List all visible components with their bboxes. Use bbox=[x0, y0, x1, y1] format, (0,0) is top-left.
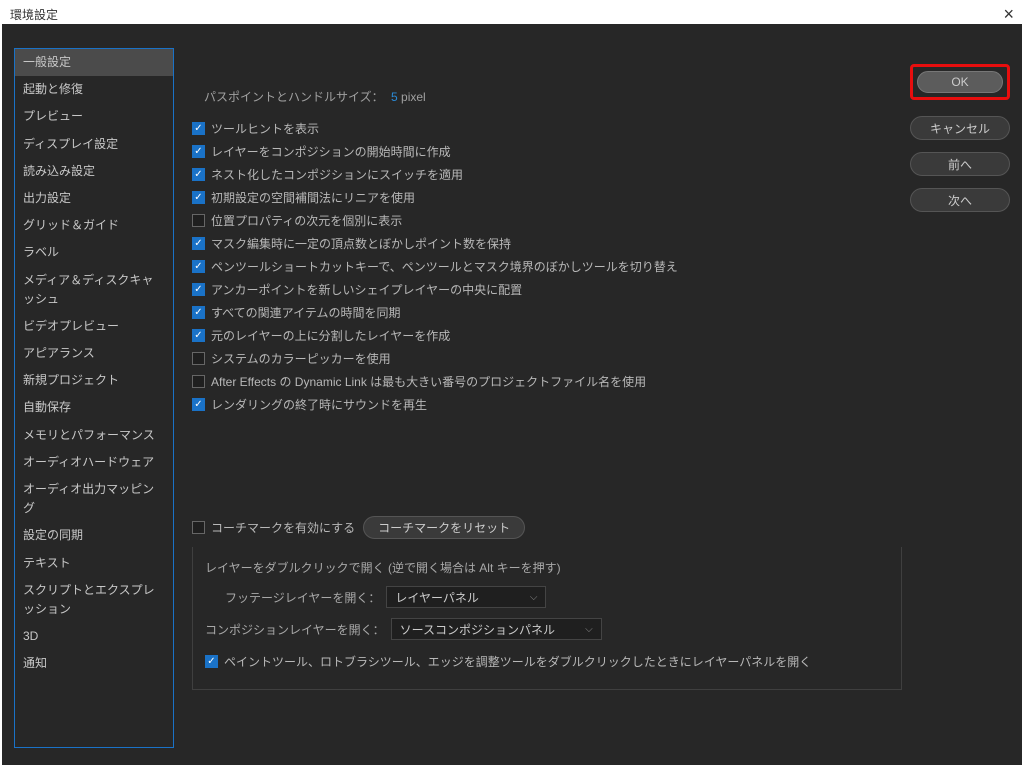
paint-doubleclick-label: ペイントツール、ロトブラシツール、エッジを調整ツールをダブルクリックしたときにレ… bbox=[224, 653, 811, 670]
checkbox-label: アンカーポイントを新しいシェイプレイヤーの中央に配置 bbox=[211, 281, 522, 298]
checkbox-label: ペンツールショートカットキーで、ペンツールとマスク境界のぼかしツールを切り替え bbox=[211, 258, 678, 275]
checkbox[interactable] bbox=[192, 191, 205, 204]
path-point-size-value[interactable]: 5 bbox=[391, 90, 398, 104]
check-row: ネスト化したコンポジションにスイッチを適用 bbox=[192, 163, 902, 186]
dialog-panel: 一般設定起動と修復プレビューディスプレイ設定読み込み設定出力設定グリッド＆ガイド… bbox=[2, 24, 1022, 765]
checkbox-label: 位置プロパティの次元を個別に表示 bbox=[211, 212, 402, 229]
check-row: アンカーポイントを新しいシェイプレイヤーの中央に配置 bbox=[192, 278, 902, 301]
comp-open-dropdown[interactable]: ソースコンポジションパネル ⌵ bbox=[391, 618, 602, 640]
checkbox[interactable] bbox=[192, 398, 205, 411]
sidebar-item[interactable]: 自動保存 bbox=[15, 394, 173, 421]
dialog-buttons: OK キャンセル 前へ 次へ bbox=[910, 64, 1010, 212]
sidebar-item[interactable]: 読み込み設定 bbox=[15, 158, 173, 185]
path-point-size-label: パスポイントとハンドルサイズ： bbox=[204, 90, 384, 104]
check-row: 位置プロパティの次元を個別に表示 bbox=[192, 209, 902, 232]
sidebar-item[interactable]: 新規プロジェクト bbox=[15, 367, 173, 394]
sidebar-item[interactable]: 設定の同期 bbox=[15, 522, 173, 549]
coach-marks-checkbox[interactable] bbox=[192, 521, 205, 534]
checkbox-label: すべての関連アイテムの時間を同期 bbox=[211, 304, 400, 321]
paint-doubleclick-checkbox[interactable] bbox=[205, 655, 218, 668]
checkbox-label: 元のレイヤーの上に分割したレイヤーを作成 bbox=[211, 327, 450, 344]
checkbox[interactable] bbox=[192, 306, 205, 319]
chevron-down-icon: ⌵ bbox=[585, 624, 593, 635]
window-title: 環境設定 bbox=[10, 6, 58, 23]
close-icon[interactable]: × bbox=[1003, 4, 1014, 25]
checkbox-label: レンダリングの終了時にサウンドを再生 bbox=[211, 396, 427, 413]
sidebar-item[interactable]: 3D bbox=[15, 623, 173, 650]
doubleclick-group: レイヤーをダブルクリックで開く (逆で開く場合は Alt キーを押す) フッテー… bbox=[192, 547, 902, 690]
comp-open-label: コンポジションレイヤーを開く： bbox=[205, 621, 385, 638]
reset-coach-marks-button[interactable]: コーチマークをリセット bbox=[363, 516, 525, 539]
sidebar-item[interactable]: ビデオプレビュー bbox=[15, 313, 173, 340]
checkbox[interactable] bbox=[192, 168, 205, 181]
check-row: ペンツールショートカットキーで、ペンツールとマスク境界のぼかしツールを切り替え bbox=[192, 255, 902, 278]
coach-marks-label: コーチマークを有効にする bbox=[211, 519, 355, 536]
sidebar-item[interactable]: ディスプレイ設定 bbox=[15, 131, 173, 158]
prev-button[interactable]: 前へ bbox=[910, 152, 1010, 176]
sidebar-item[interactable]: アピアランス bbox=[15, 340, 173, 367]
ok-button[interactable]: OK bbox=[917, 71, 1003, 93]
sidebar-item[interactable]: 出力設定 bbox=[15, 185, 173, 212]
sidebar-item[interactable]: 起動と修復 bbox=[15, 76, 173, 103]
check-row: レンダリングの終了時にサウンドを再生 bbox=[192, 393, 902, 416]
comp-open-value: ソースコンポジションパネル bbox=[400, 621, 555, 638]
checkbox-label: 初期設定の空間補間法にリニアを使用 bbox=[211, 189, 415, 206]
checkbox[interactable] bbox=[192, 145, 205, 158]
check-row: 初期設定の空間補間法にリニアを使用 bbox=[192, 186, 902, 209]
checkbox-label: After Effects の Dynamic Link は最も大きい番号のプロ… bbox=[211, 373, 646, 390]
checkbox[interactable] bbox=[192, 375, 205, 388]
sidebar-item[interactable]: プレビュー bbox=[15, 103, 173, 130]
checkbox[interactable] bbox=[192, 352, 205, 365]
doubleclick-title: レイヤーをダブルクリックで開く (逆で開く場合は Alt キーを押す) bbox=[205, 559, 889, 576]
checkbox-label: ネスト化したコンポジションにスイッチを適用 bbox=[211, 166, 463, 183]
cancel-button[interactable]: キャンセル bbox=[910, 116, 1010, 140]
checkbox-label: システムのカラーピッカーを使用 bbox=[211, 350, 391, 367]
sidebar-item[interactable]: ラベル bbox=[15, 239, 173, 266]
next-button[interactable]: 次へ bbox=[910, 188, 1010, 212]
content-area: パスポイントとハンドルサイズ： 5 pixel ツールヒントを表示レイヤーをコン… bbox=[192, 48, 902, 765]
footage-open-label: フッテージレイヤーを開く： bbox=[225, 589, 380, 606]
checkbox[interactable] bbox=[192, 237, 205, 250]
sidebar-item[interactable]: 一般設定 bbox=[15, 49, 173, 76]
sidebar-item[interactable]: メディア＆ディスクキャッシュ bbox=[15, 267, 173, 313]
chevron-down-icon: ⌵ bbox=[530, 592, 538, 603]
sidebar-item[interactable]: オーディオ出力マッピング bbox=[15, 476, 173, 522]
check-row: 元のレイヤーの上に分割したレイヤーを作成 bbox=[192, 324, 902, 347]
check-row: マスク編集時に一定の頂点数とぼかしポイント数を保持 bbox=[192, 232, 902, 255]
ok-button-highlight: OK bbox=[910, 64, 1010, 100]
path-point-size-row: パスポイントとハンドルサイズ： 5 pixel bbox=[204, 88, 902, 105]
footage-open-value: レイヤーパネル bbox=[395, 589, 479, 606]
checkbox[interactable] bbox=[192, 329, 205, 342]
checkbox-label: マスク編集時に一定の頂点数とぼかしポイント数を保持 bbox=[211, 235, 511, 252]
check-row: システムのカラーピッカーを使用 bbox=[192, 347, 902, 370]
checkbox-label: ツールヒントを表示 bbox=[211, 120, 319, 137]
checkbox[interactable] bbox=[192, 122, 205, 135]
check-row: すべての関連アイテムの時間を同期 bbox=[192, 301, 902, 324]
sidebar-item[interactable]: テキスト bbox=[15, 550, 173, 577]
sidebar-item[interactable]: スクリプトとエクスプレッション bbox=[15, 577, 173, 623]
sidebar-item[interactable]: グリッド＆ガイド bbox=[15, 212, 173, 239]
checkbox-label: レイヤーをコンポジションの開始時間に作成 bbox=[211, 143, 451, 160]
path-point-size-unit: pixel bbox=[401, 90, 426, 104]
footage-open-dropdown[interactable]: レイヤーパネル ⌵ bbox=[386, 586, 546, 608]
check-row: ツールヒントを表示 bbox=[192, 117, 902, 140]
check-row: After Effects の Dynamic Link は最も大きい番号のプロ… bbox=[192, 370, 902, 393]
sidebar-item[interactable]: 通知 bbox=[15, 650, 173, 677]
checkbox[interactable] bbox=[192, 214, 205, 227]
sidebar-item[interactable]: オーディオハードウェア bbox=[15, 449, 173, 476]
checkbox[interactable] bbox=[192, 283, 205, 296]
check-row: レイヤーをコンポジションの開始時間に作成 bbox=[192, 140, 902, 163]
sidebar-item[interactable]: メモリとパフォーマンス bbox=[15, 422, 173, 449]
sidebar: 一般設定起動と修復プレビューディスプレイ設定読み込み設定出力設定グリッド＆ガイド… bbox=[14, 48, 174, 748]
checkbox[interactable] bbox=[192, 260, 205, 273]
